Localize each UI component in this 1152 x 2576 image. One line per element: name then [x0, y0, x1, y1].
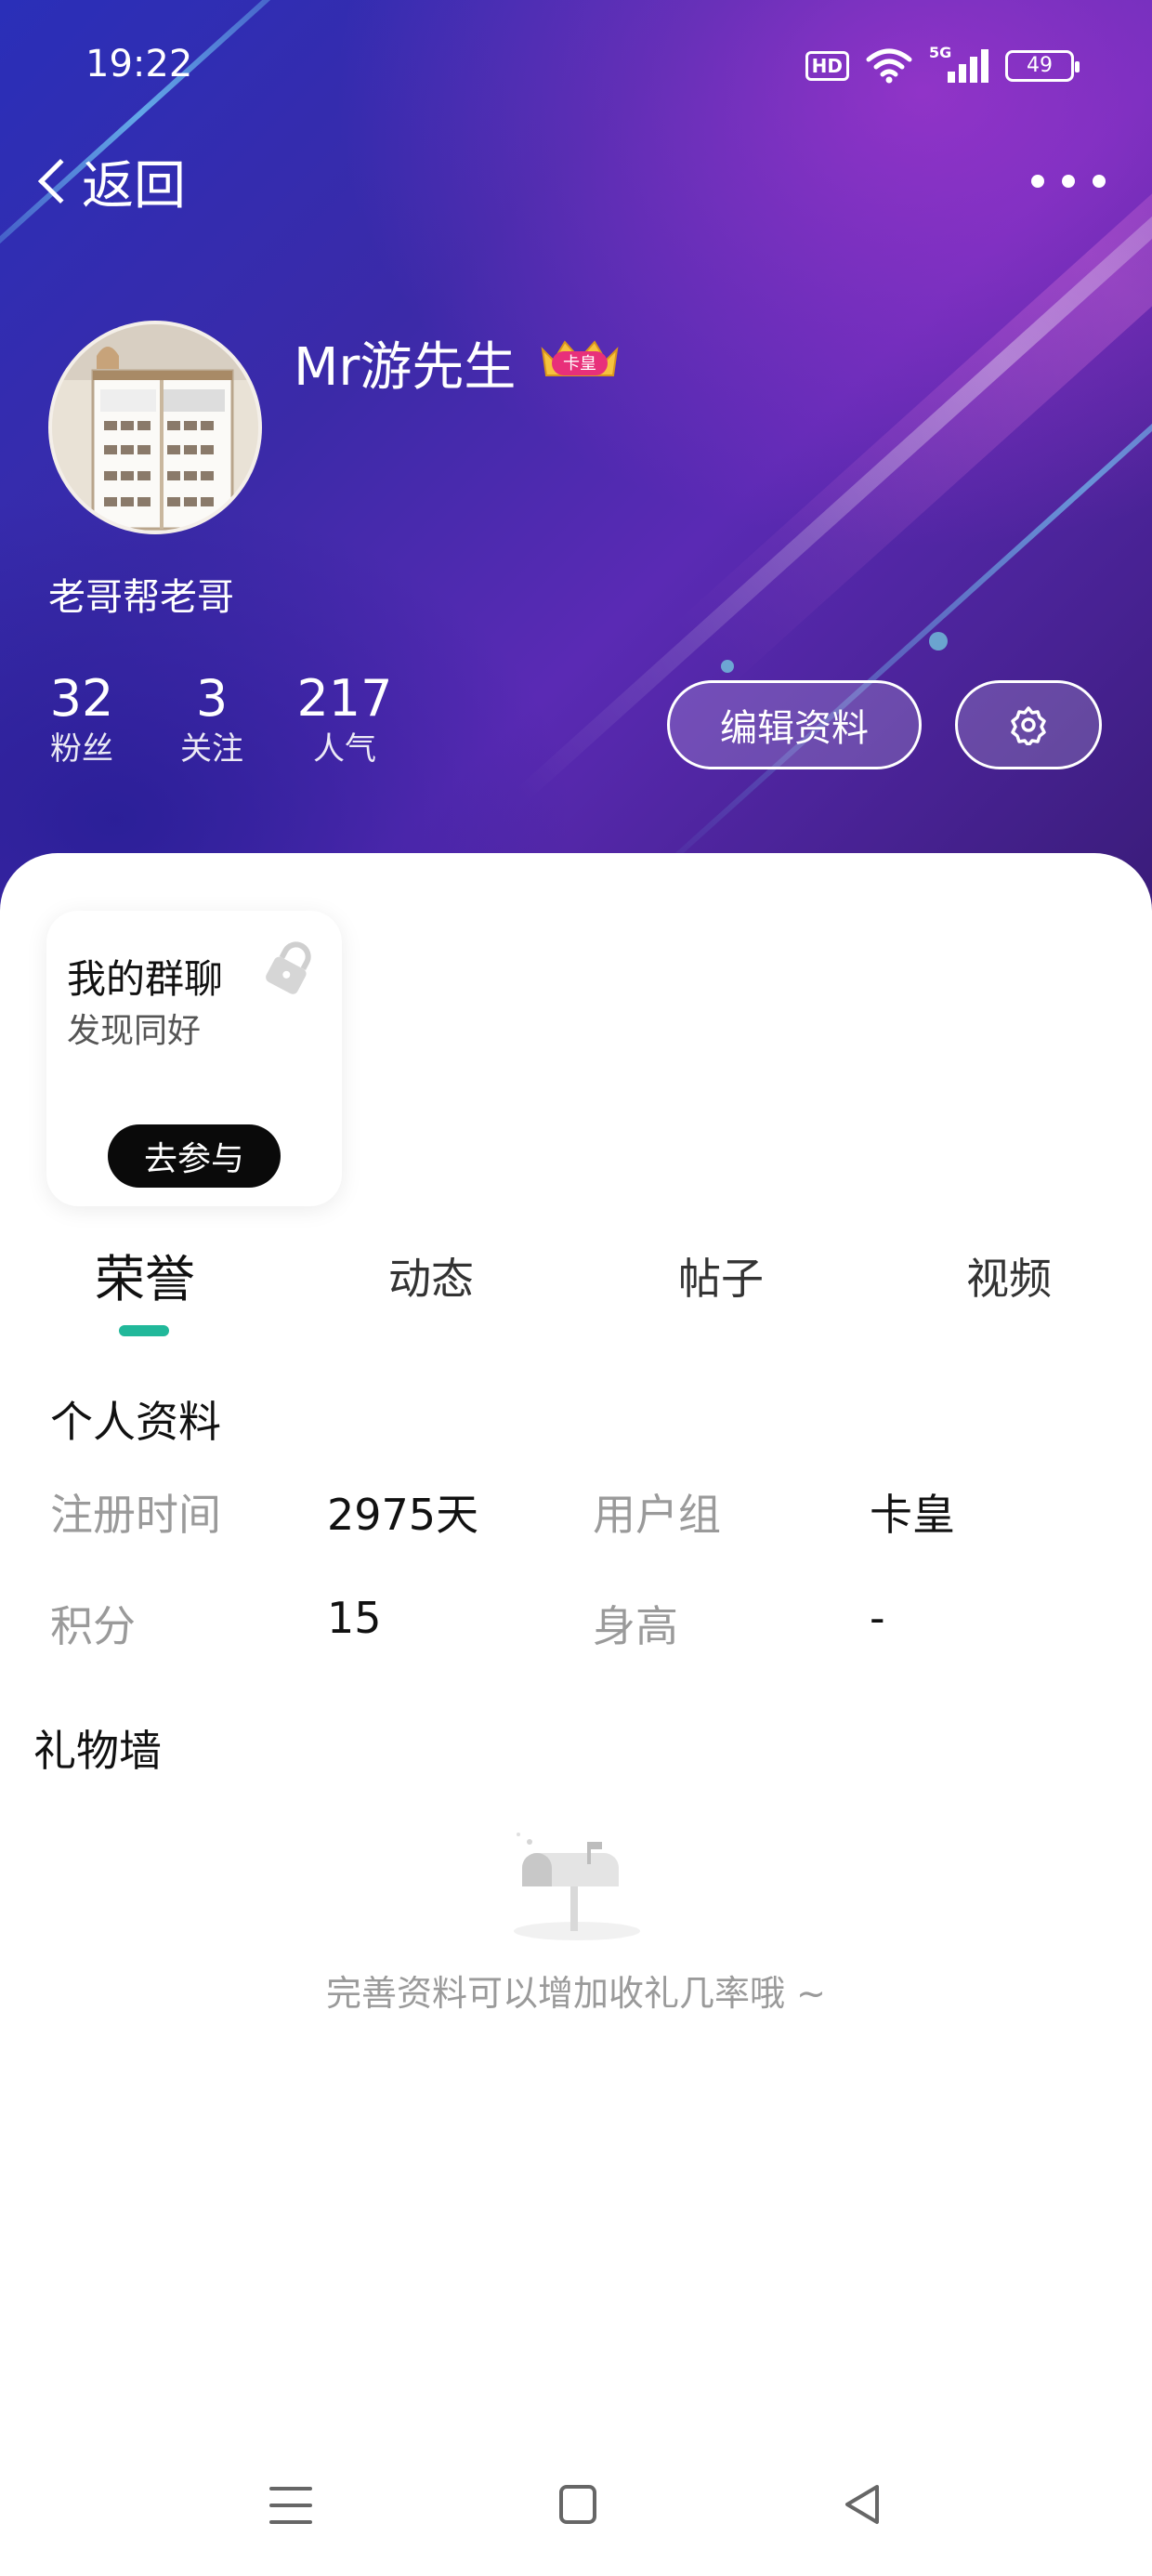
status-time: 19:22 — [85, 43, 193, 85]
stat-fans[interactable]: 32 粉丝 — [37, 669, 126, 769]
stat-value: 32 — [49, 669, 114, 728]
register-time-label: 注册时间 — [50, 1490, 221, 1540]
signature: 老哥帮老哥 — [48, 576, 234, 619]
tab-videos[interactable]: 视频 — [962, 1245, 1055, 1357]
menu-icon[interactable] — [269, 2487, 312, 2524]
back-button[interactable]: 返回 — [32, 139, 186, 223]
back-triangle-icon[interactable] — [840, 2481, 884, 2528]
gift-wall-title: 礼物墙 — [33, 1726, 162, 1776]
personal-info-title: 个人资料 — [50, 1397, 221, 1447]
height-label: 身高 — [593, 1601, 678, 1651]
group-card-subtitle: 发现同好 — [67, 1012, 202, 1050]
register-time-value: 2975天 — [327, 1490, 479, 1540]
battery-icon: 49 — [1005, 50, 1080, 82]
avatar-image — [52, 324, 258, 531]
points-value: 15 — [327, 1593, 382, 1643]
group-card-title: 我的群聊 — [67, 956, 224, 1002]
edit-profile-button[interactable]: 编辑资料 — [667, 680, 922, 769]
tab-posts[interactable]: 帖子 — [674, 1245, 767, 1357]
height-value: - — [870, 1593, 885, 1643]
more-dots-icon — [1031, 175, 1044, 188]
stat-label: 关注 — [180, 730, 243, 768]
network-type: 5G — [929, 44, 952, 61]
avatar[interactable] — [48, 321, 262, 534]
user-group-value: 卡皇 — [870, 1490, 955, 1540]
status-icons: HD 5G 49 — [805, 44, 1080, 84]
tab-indicator — [119, 1325, 169, 1336]
stat-label: 粉丝 — [50, 730, 113, 768]
hd-icon: HD — [805, 51, 849, 81]
chevron-left-icon — [37, 158, 84, 204]
mailbox-icon — [514, 1833, 640, 1940]
status-bar: 19:22 HD 5G 49 — [0, 37, 1152, 102]
settings-button[interactable] — [955, 680, 1102, 769]
crown-badge-icon: 卡皇 — [541, 340, 619, 376]
stat-popularity[interactable]: 217 人气 — [294, 669, 396, 769]
gift-wall-empty-text: 完善资料可以增加收礼几率哦 ~ — [326, 1973, 826, 2014]
stat-value: 217 — [296, 669, 393, 728]
back-label: 返回 — [82, 155, 186, 217]
tab-moments[interactable]: 动态 — [385, 1245, 478, 1357]
decor-dot — [721, 660, 734, 673]
badge-label: 卡皇 — [563, 354, 596, 374]
wifi-icon — [866, 48, 912, 84]
group-chat-card[interactable]: 我的群聊 发现同好 去参与 — [46, 911, 342, 1206]
gear-icon — [1011, 706, 1046, 745]
points-label: 积分 — [50, 1601, 136, 1651]
user-group-label: 用户组 — [593, 1490, 721, 1540]
username: Mr游先生 — [294, 337, 517, 398]
home-icon[interactable] — [559, 2485, 596, 2524]
tab-bar: 荣誉 动态 帖子 视频 — [0, 1234, 1152, 1346]
system-nav-bar — [0, 2453, 1152, 2556]
signal-icon: 5G — [929, 44, 988, 83]
more-button[interactable] — [1031, 158, 1106, 204]
content-sheet: 我的群聊 发现同好 去参与 荣誉 动态 帖子 视频 个人资料 注册时间 2975… — [0, 853, 1152, 2576]
stat-value: 3 — [195, 669, 229, 728]
stat-label: 人气 — [313, 730, 376, 768]
stat-following[interactable]: 3 关注 — [167, 669, 256, 769]
profile-header: 19:22 HD 5G 49 返回 Mr游先生 卡皇 老哥帮老哥 32 粉丝 3… — [0, 0, 1152, 911]
decor-dot — [929, 632, 948, 651]
stats-row: 32 粉丝 3 关注 217 人气 — [37, 669, 396, 769]
join-button[interactable]: 去参与 — [108, 1124, 281, 1188]
lock-icon — [266, 941, 311, 994]
